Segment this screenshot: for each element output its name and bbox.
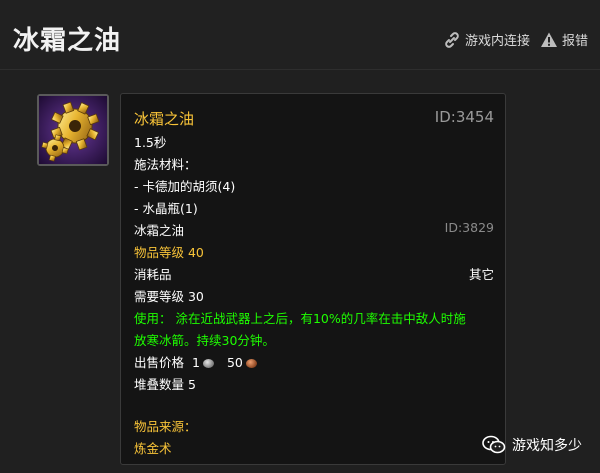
item-type: 消耗品	[134, 267, 172, 282]
use-effect-line-2: 放寒冰箭。持续30分钟。	[134, 333, 275, 348]
page-header: 冰霜之油 游戏内连接 报错	[0, 0, 600, 70]
reagent-item[interactable]: - 水晶瓶(1)	[134, 198, 198, 217]
copper-coin-icon	[245, 359, 257, 368]
item-subtype: 其它	[468, 267, 494, 282]
sell-price-silver: 1	[192, 355, 200, 370]
spell-id: ID:3454	[434, 108, 494, 126]
warning-icon	[540, 32, 557, 47]
cast-time: 1.5秒	[134, 135, 167, 150]
reagents-label: 施法材料：	[134, 157, 197, 172]
wechat-icon	[482, 435, 506, 454]
item-icon[interactable]	[37, 94, 109, 166]
ingame-link-button[interactable]: 游戏内连接	[443, 30, 530, 49]
stack-size: 堆叠数量 5	[134, 377, 196, 392]
item-level: 物品等级 40	[134, 245, 204, 260]
watermark-text: 游戏知多少	[512, 438, 582, 454]
item-tooltip: 冰霜之油 ID:3454 1.5秒 施法材料： - 卡德加的胡须(4) - 水晶…	[120, 93, 506, 465]
reagent-item[interactable]: - 卡德加的胡须(4)	[134, 176, 235, 195]
spell-name[interactable]: 冰霜之油	[134, 108, 194, 129]
required-level: 需要等级 30	[134, 289, 204, 304]
silver-coin-icon	[202, 359, 214, 368]
sell-price-label: 出售价格	[134, 355, 185, 370]
sell-price: 出售价格 1 50	[134, 352, 260, 371]
item-source[interactable]: 炼金术	[134, 438, 172, 457]
page-title: 冰霜之油	[13, 26, 122, 56]
item-source-label: 物品来源：	[134, 419, 197, 434]
item-name[interactable]: 冰霜之油	[134, 220, 184, 239]
gear-icon	[39, 96, 107, 164]
watermark: 游戏知多少	[482, 435, 582, 455]
header-divider	[0, 69, 600, 70]
link-icon	[445, 31, 459, 48]
item-id: ID:3829	[444, 220, 494, 235]
header-actions: 游戏内连接 报错	[443, 30, 588, 49]
report-error-button[interactable]: 报错	[540, 30, 588, 49]
sell-price-copper: 50	[226, 355, 243, 370]
use-effect-line-1: 使用： 涂在近战武器上之后，有10%的几率在击中敌人时施	[134, 311, 466, 326]
ingame-link-label: 游戏内连接	[464, 34, 530, 49]
report-error-label: 报错	[561, 34, 588, 49]
